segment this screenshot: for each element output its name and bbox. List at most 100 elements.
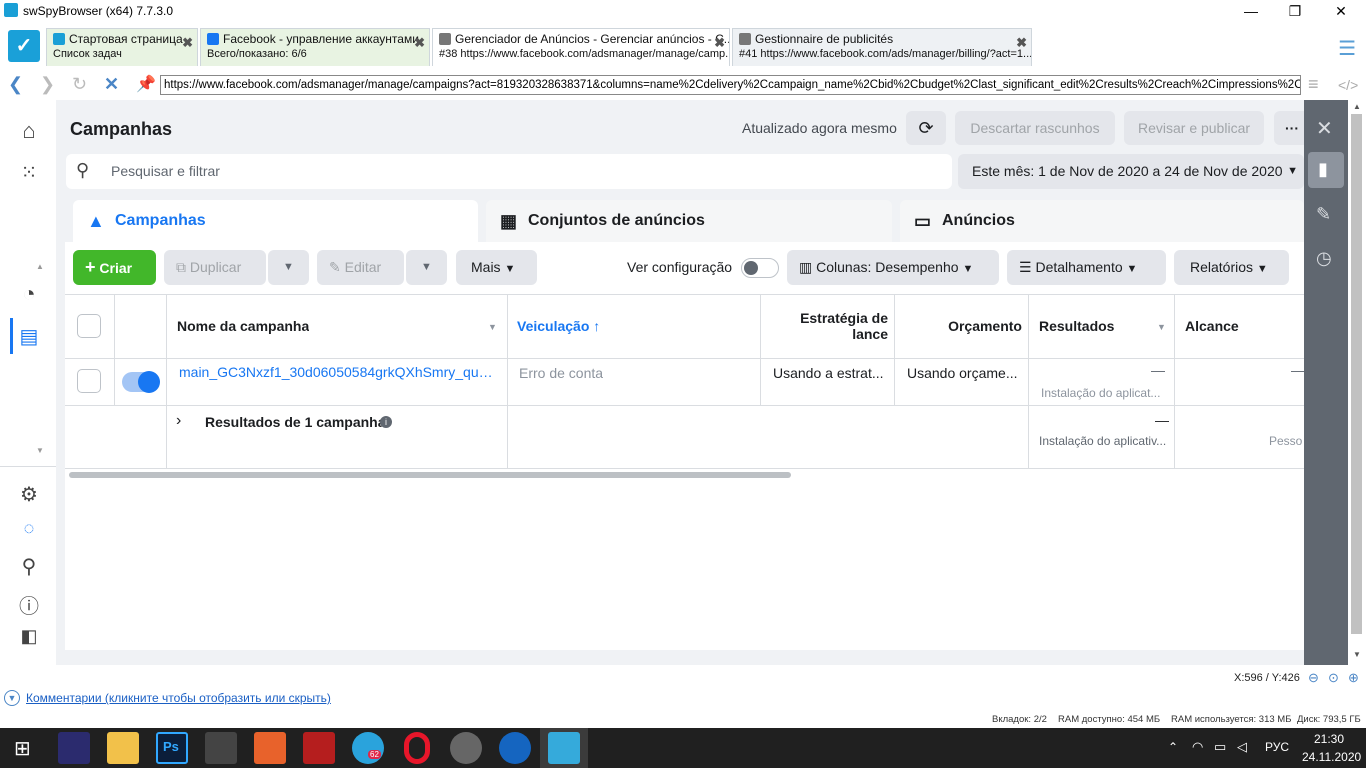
- breakdown-button[interactable]: ☰ Detalhamento ▼: [1007, 250, 1166, 285]
- tab-close-icon[interactable]: ✖: [1016, 35, 1027, 51]
- scroll-up-icon[interactable]: ▲: [36, 262, 44, 271]
- video-app-icon[interactable]: [205, 732, 237, 764]
- header-campaign-name[interactable]: Nome da campanha: [177, 318, 309, 334]
- forward-icon[interactable]: ❯: [40, 74, 55, 95]
- language-indicator[interactable]: РУС: [1265, 740, 1289, 754]
- tab-ad-sets[interactable]: ▦ Conjuntos de anúncios: [486, 200, 892, 242]
- edit-dropdown-button[interactable]: ▼: [406, 250, 447, 285]
- search-filter-input[interactable]: Pesquisar e filtrar: [66, 154, 952, 189]
- reload-icon[interactable]: ↻: [72, 74, 87, 95]
- sort-chevron-icon[interactable]: ▼: [1157, 322, 1166, 332]
- app-orange-icon[interactable]: [254, 732, 286, 764]
- browser-logo-icon[interactable]: ✓: [8, 30, 40, 62]
- duplicate-dropdown-button[interactable]: ▼: [268, 250, 309, 285]
- history-clock-icon[interactable]: ◷: [1316, 248, 1332, 269]
- file-explorer-icon[interactable]: [107, 732, 139, 764]
- sort-chevron-icon[interactable]: ▼: [488, 322, 497, 332]
- battery-icon[interactable]: ▭: [1214, 739, 1226, 755]
- minimize-button[interactable]: —: [1228, 0, 1274, 22]
- header-reach[interactable]: Alcance: [1185, 318, 1239, 334]
- dashboard-gauge-icon[interactable]: ◔: [16, 281, 42, 307]
- restore-button[interactable]: ❐: [1272, 0, 1318, 22]
- menu-icon[interactable]: ≡: [1308, 74, 1319, 95]
- scroll-down-icon[interactable]: ▼: [1353, 650, 1361, 659]
- header-bid-strategy[interactable]: Estratégia de lance: [770, 310, 888, 342]
- tab-sublabel: #38 https://www.facebook.com/adsmanager/…: [439, 48, 729, 60]
- row-checkbox[interactable]: [77, 369, 101, 393]
- expand-chevron-icon[interactable]: ›: [176, 412, 181, 430]
- help-icon[interactable]: ⓘ: [16, 590, 42, 619]
- date-range-picker[interactable]: Este mês: 1 de Nov de 2020 a 24 de Nov d…: [958, 154, 1304, 189]
- campaign-on-off-toggle[interactable]: [122, 371, 160, 393]
- scroll-down-icon[interactable]: ▼: [36, 446, 44, 455]
- page-scrollbar[interactable]: ▲ ▼: [1348, 100, 1366, 665]
- tab-billing[interactable]: Gestionnaire de publicités #41 https://w…: [732, 28, 1032, 66]
- volume-icon[interactable]: ◁: [1237, 739, 1247, 755]
- clock-time[interactable]: 21:30: [1314, 732, 1344, 746]
- back-icon[interactable]: ❮: [8, 74, 23, 95]
- charts-tab[interactable]: ▮: [1308, 152, 1344, 188]
- header-delivery[interactable]: Veiculação ↑: [517, 318, 600, 334]
- clock-date[interactable]: 24.11.2020: [1302, 750, 1361, 764]
- title-bar: swSpyBrowser (x64) 7.7.3.0 — ❐ ✕: [0, 0, 1366, 22]
- campaign-name-link[interactable]: main_GC3Nxzf1_30d06050584grkQXhSmry_qua.…: [179, 364, 493, 380]
- globe-app-icon[interactable]: [499, 732, 531, 764]
- telegram-icon[interactable]: 62: [352, 732, 384, 764]
- settings-sliders-icon[interactable]: ☰: [1338, 36, 1356, 61]
- tab-close-icon[interactable]: ✖: [714, 35, 725, 51]
- review-publish-button[interactable]: Revisar e publicar: [1124, 111, 1264, 145]
- pencil-icon[interactable]: ✎: [1316, 204, 1331, 225]
- pin-icon[interactable]: 📌: [136, 74, 156, 94]
- scrollbar-thumb[interactable]: [1351, 114, 1362, 634]
- photoshop-icon[interactable]: Ps: [156, 732, 188, 764]
- divider: [65, 358, 1304, 359]
- windows-start-icon[interactable]: ⊞: [14, 736, 31, 761]
- close-panel-icon[interactable]: ✕: [1316, 116, 1333, 141]
- edit-button[interactable]: ✎ Editar: [317, 250, 404, 285]
- reports-button[interactable]: Relatórios ▼: [1174, 250, 1289, 285]
- duplicate-button[interactable]: ⧉ Duplicar: [164, 250, 266, 285]
- columns-button[interactable]: ▥ Colunas: Desempenho ▼: [787, 250, 999, 285]
- close-window-button[interactable]: ✕: [1318, 0, 1364, 22]
- campaigns-panel: + Criar ⧉ Duplicar ▼ ✎ Editar ▼ Mais ▼ V…: [65, 242, 1304, 650]
- tab-ads-manager-campaigns[interactable]: Gerenciador de Anúncios - Gerenciar anún…: [432, 28, 730, 66]
- header-results[interactable]: Resultados: [1039, 318, 1114, 334]
- address-bar[interactable]: https://www.facebook.com/adsmanager/mana…: [160, 75, 1301, 95]
- apps-grid-icon[interactable]: ⁙: [16, 160, 42, 185]
- more-button[interactable]: Mais ▼: [456, 250, 537, 285]
- select-all-checkbox[interactable]: [77, 314, 101, 338]
- source-code-icon[interactable]: </>: [1338, 77, 1358, 93]
- columns-icon: ▥: [799, 259, 813, 275]
- tab-ads[interactable]: ▭ Anúncios: [900, 200, 1304, 242]
- settings-gear-icon[interactable]: ⚙: [16, 482, 42, 507]
- zoom-out-icon[interactable]: ⊖: [1308, 670, 1319, 686]
- stop-icon[interactable]: ✕: [104, 74, 119, 95]
- tab-campaigns[interactable]: ▲ Campanhas: [73, 200, 478, 242]
- tab-start-page[interactable]: Стартовая страница Список задач ✖: [46, 28, 198, 66]
- collapse-panel-icon[interactable]: ◧: [16, 626, 42, 647]
- search-icon[interactable]: ⚲: [16, 554, 42, 579]
- refresh-button[interactable]: ⟳: [906, 111, 946, 145]
- scroll-up-icon[interactable]: ▲: [1353, 102, 1361, 111]
- opera-icon[interactable]: [404, 732, 430, 764]
- network-icon[interactable]: ◠: [1192, 739, 1203, 755]
- tab-facebook-accounts[interactable]: Facebook - управление аккаунтами Всего/п…: [200, 28, 430, 66]
- comments-toggle-link[interactable]: Комментарии (кликните чтобы отобразить и…: [26, 691, 331, 705]
- header-budget[interactable]: Orçamento: [904, 318, 1022, 334]
- tab-close-icon[interactable]: ✖: [182, 35, 193, 51]
- create-button[interactable]: + Criar: [73, 250, 156, 285]
- app-purple-icon[interactable]: [58, 732, 90, 764]
- discard-drafts-button[interactable]: Descartar rascunhos: [955, 111, 1115, 145]
- app-gray-icon[interactable]: [450, 732, 482, 764]
- filezilla-icon[interactable]: [303, 732, 335, 764]
- zoom-in-icon[interactable]: ⊕: [1348, 670, 1359, 686]
- tab-close-icon[interactable]: ✖: [414, 35, 425, 51]
- horizontal-scrollbar[interactable]: [69, 472, 791, 478]
- home-icon[interactable]: ⌂: [16, 118, 42, 144]
- campaigns-table-icon[interactable]: ▤: [16, 324, 42, 349]
- zoom-reset-icon[interactable]: ⊙: [1328, 670, 1339, 686]
- show-hidden-icons-icon[interactable]: ⌃: [1168, 740, 1178, 754]
- view-config-toggle[interactable]: [741, 258, 779, 278]
- expand-comments-icon[interactable]: ▼: [4, 690, 20, 706]
- info-icon[interactable]: i: [380, 416, 392, 428]
